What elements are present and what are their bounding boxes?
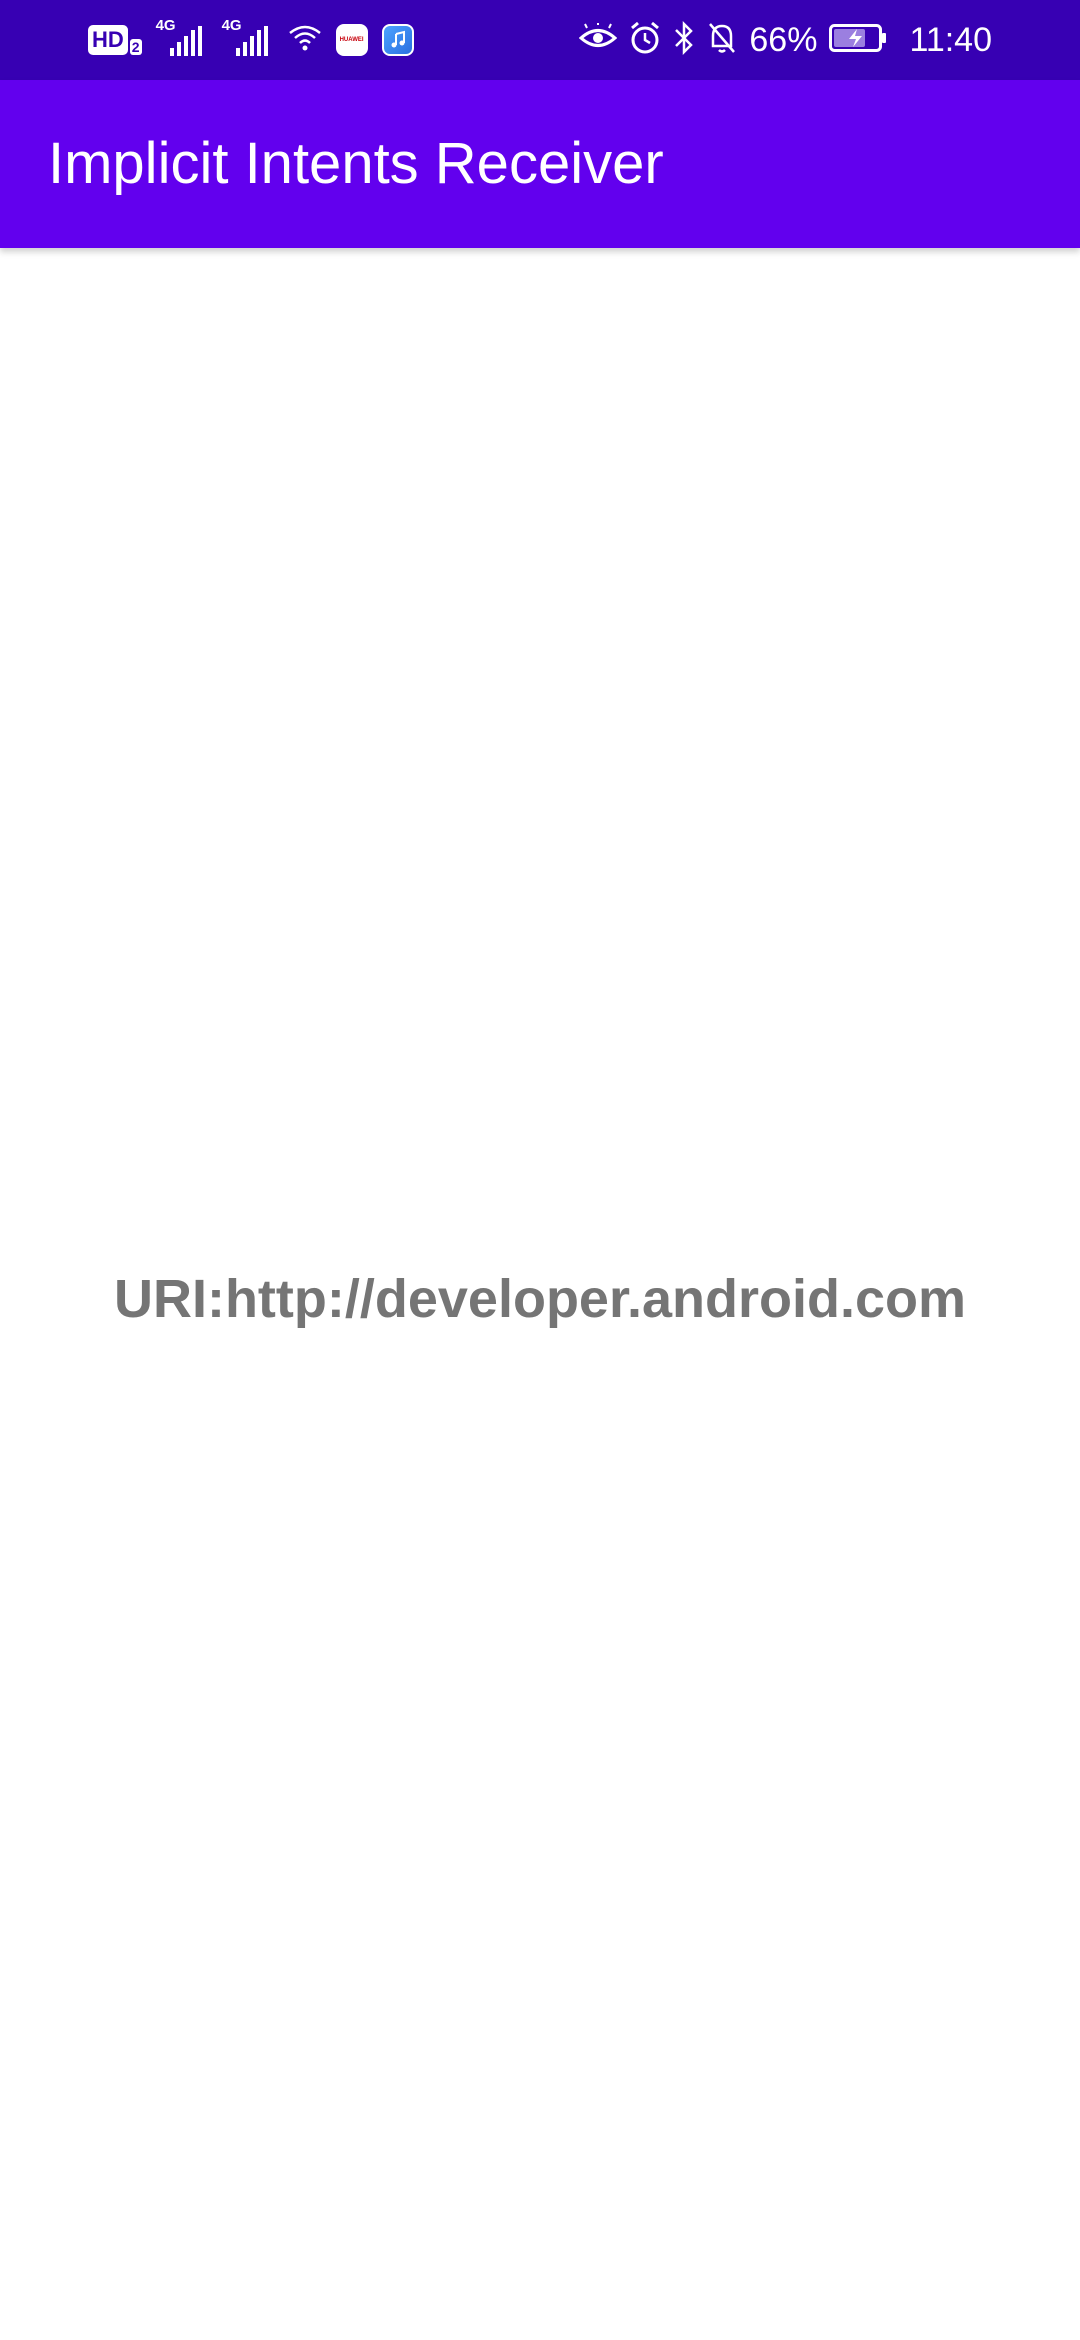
clock: 11:40 <box>909 21 992 59</box>
huawei-appgallery-icon: HUAWEI <box>335 24 368 56</box>
app-bar: Implicit Intents Receiver <box>0 80 1080 248</box>
signal-icon: 4G <box>156 18 208 60</box>
bluetooth-icon <box>673 20 695 60</box>
page-title: Implicit Intents Receiver <box>48 131 664 196</box>
wifi-icon <box>288 23 322 58</box>
status-bar-left: HD 2 4G 4G HUAWEI <box>88 18 414 62</box>
uri-text: URI:http://developer.android.com <box>113 1269 967 1329</box>
battery-percent: 66% <box>749 21 818 59</box>
mute-bell-icon <box>707 21 737 60</box>
alarm-icon <box>629 21 661 60</box>
hd-label: HD <box>88 25 128 55</box>
status-bar: HD 2 4G 4G HUAWEI 66% 11:40 <box>0 0 1080 80</box>
music-icon <box>381 24 414 56</box>
status-bar-right: 66% 11:40 <box>579 14 992 66</box>
hd-sub-label: 2 <box>129 39 142 55</box>
hd-icon: HD 2 <box>88 25 142 55</box>
eye-icon <box>579 20 618 58</box>
signal-icon: 4G <box>222 18 274 60</box>
battery-charging-icon <box>829 23 887 58</box>
main-content: URI:http://developer.android.com <box>0 248 1080 2340</box>
